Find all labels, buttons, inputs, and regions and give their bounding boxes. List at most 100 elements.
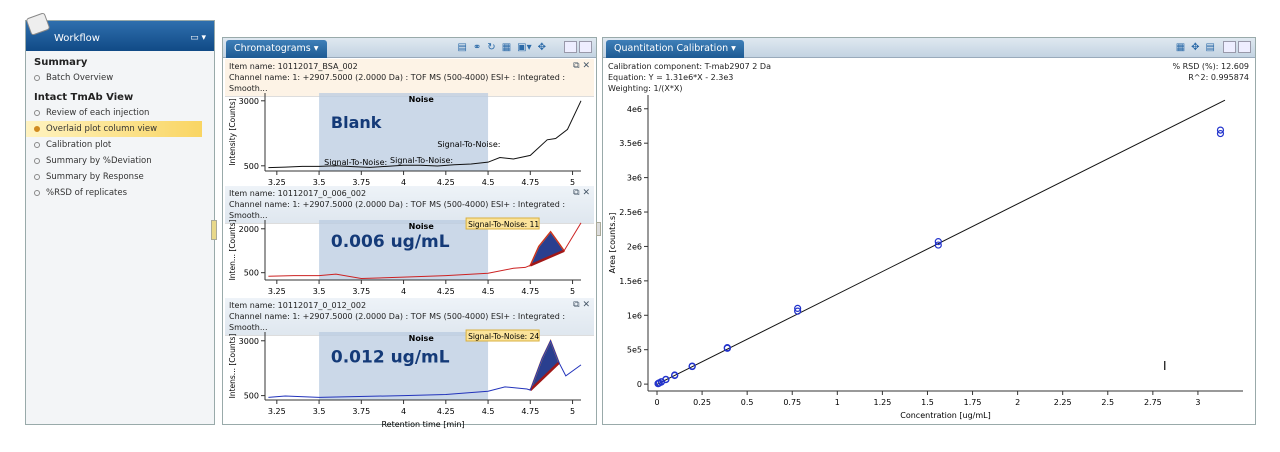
chromatogram-plot[interactable]: Noise0.006 ug/mL Signal-To-Noise: 11 500 20…: [223, 214, 595, 298]
signal-to-noise-label: Signal-To-Noise:: [324, 158, 387, 167]
integrated-peak[interactable]: [528, 230, 566, 267]
workflow-item[interactable]: Calibration plot: [26, 137, 214, 153]
chromatogram-plot[interactable]: NoiseBlankSignal-To-Noise: Signal-To-Nois…: [223, 87, 595, 189]
radio-icon: [34, 75, 40, 81]
signal-to-noise-label: Signal-To-Noise: 24: [468, 332, 539, 341]
minimize-button[interactable]: [564, 41, 577, 53]
table-icon[interactable]: ▦: [1176, 42, 1185, 53]
text-cursor-icon: I: [1163, 359, 1167, 373]
workflow-menu-icon[interactable]: ▭ ▾: [190, 33, 206, 43]
maximize-button[interactable]: [1238, 41, 1251, 53]
x-tick-label: 4.25: [437, 287, 455, 296]
y-axis-label: Area [counts.s]: [608, 213, 617, 274]
signal-to-noise-label: Signal-To-Noise:: [437, 140, 500, 149]
y-tick-label: 0: [637, 380, 642, 389]
y-tick-label: 500: [244, 392, 259, 401]
close-icon[interactable]: ⧉ ✕: [573, 188, 590, 199]
noise-label: Noise: [409, 222, 435, 231]
pan-icon[interactable]: ✥: [1191, 42, 1199, 53]
x-tick-label: 4: [401, 407, 406, 416]
calibration-panel: Quantitation Calibration ▾ ▦ ✥ ▤ Calibrati…: [602, 37, 1256, 425]
workflow-item[interactable]: Review of each injection: [26, 105, 214, 121]
concentration-overlay: 0.012 ug/mL: [331, 348, 450, 368]
signal-to-noise-label: Signal-To-Noise:: [390, 156, 453, 165]
x-tick-label: 0: [654, 398, 659, 407]
calibration-chart[interactable]: 0 0.25 0.5 0.75 1 1.25 1.5 1.75 2 2.25 2.5 2.75 3 0 5e…: [603, 85, 1255, 425]
concentration-overlay: 0.006 ug/mL: [331, 232, 450, 252]
workflow-title: Workflow: [54, 33, 100, 44]
export-icon[interactable]: ▤: [1206, 42, 1215, 53]
calibration-equation: Equation: Y = 1.31e6*X - 2.3e3: [608, 73, 734, 82]
collapse-splitter-handle[interactable]: [211, 220, 217, 240]
x-tick-label: 4: [401, 287, 406, 296]
radio-icon: [34, 110, 40, 116]
radio-icon: [34, 126, 40, 132]
link-icon[interactable]: ⚭: [473, 42, 481, 53]
refresh-icon[interactable]: ↻: [487, 42, 495, 53]
export-icon[interactable]: ▤: [457, 42, 466, 53]
y-tick-label: 500: [244, 162, 259, 171]
x-tick-label: 2.25: [1054, 398, 1072, 407]
table-icon[interactable]: ▦: [502, 42, 511, 53]
x-tick-label: 0.75: [783, 398, 801, 407]
y-tick-label: 4e6: [627, 105, 642, 114]
workflow-header: Workflow ▭ ▾: [25, 12, 214, 51]
noise-label: Noise: [409, 334, 435, 343]
workflow-item[interactable]: Batch Overview: [26, 70, 214, 86]
close-icon[interactable]: ⧉ ✕: [573, 61, 590, 72]
x-tick-label: 5: [570, 407, 575, 416]
x-axis-label: Concentration [ug/mL]: [900, 411, 990, 420]
y-tick-label: 3000: [239, 337, 259, 346]
y-tick-label: 3.5e6: [619, 139, 642, 148]
x-tick-label: 4.5: [482, 287, 495, 296]
x-tick-label: 1.25: [873, 398, 891, 407]
workflow-item-label: Calibration plot: [46, 140, 112, 150]
signal-to-noise-label: Signal-To-Noise: 11: [468, 220, 539, 229]
x-tick-label: 0.5: [741, 398, 754, 407]
chromatograms-tab[interactable]: Chromatograms ▾: [226, 40, 327, 58]
maximize-button[interactable]: [579, 41, 592, 53]
noise-label: Noise: [409, 95, 435, 104]
layout-icon[interactable]: ▣▾: [517, 42, 531, 53]
workflow-item-label: %RSD of replicates: [46, 188, 128, 198]
x-tick-label: 4.25: [437, 407, 455, 416]
calibration-tab[interactable]: Quantitation Calibration ▾: [606, 40, 744, 58]
x-tick-label: 3.25: [268, 407, 286, 416]
y-tick-label: 2000: [239, 225, 259, 234]
minimize-button[interactable]: [1223, 41, 1236, 53]
x-tick-label: 0.25: [693, 398, 711, 407]
radio-icon: [34, 190, 40, 196]
workflow-item-label: Summary by %Deviation: [46, 156, 152, 166]
x-tick-label: 4.5: [482, 407, 495, 416]
x-tick-label: 2.5: [1101, 398, 1114, 407]
calibration-component: Calibration component: T-mab2907 2 Da: [608, 62, 771, 71]
x-tick-label: 4.75: [521, 407, 539, 416]
radio-icon: [34, 174, 40, 180]
x-tick-label: 3: [1195, 398, 1200, 407]
y-tick-label: 3e6: [627, 174, 642, 183]
workflow-item[interactable]: %RSD of replicates: [26, 185, 214, 201]
workflow-item-label: Summary by Response: [46, 172, 144, 182]
y-tick-label: 5e5: [627, 346, 642, 355]
x-tick-label: 3.25: [268, 287, 286, 296]
y-axis-label: Intens... [Counts]: [228, 334, 237, 399]
workflow-item[interactable]: Overlaid plot column view: [26, 121, 202, 137]
y-tick-label: 2e6: [627, 242, 642, 251]
x-tick-label: 2.75: [1144, 398, 1162, 407]
pan-icon[interactable]: ✥: [538, 42, 546, 53]
panel-splitter-handle[interactable]: [596, 222, 601, 236]
x-tick-label: 1.75: [964, 398, 982, 407]
workflow-item-label: Batch Overview: [46, 73, 114, 83]
close-icon[interactable]: ⧉ ✕: [573, 300, 590, 311]
item-name: Item name: 10112017_0_006_002: [229, 189, 367, 198]
concentration-overlay: Blank: [331, 113, 382, 132]
y-tick-label: 1.5e6: [619, 277, 642, 286]
workflow-item[interactable]: Summary by Response: [26, 169, 214, 185]
workflow-item[interactable]: Summary by %Deviation: [26, 153, 214, 169]
x-tick-label: 3.5: [313, 407, 326, 416]
workflow-section-heading: Intact TmAb View: [34, 92, 134, 103]
x-tick-label: 3.75: [352, 287, 370, 296]
y-axis-label: Intensity [Counts]: [228, 98, 237, 165]
chromatogram-plot[interactable]: Noise 0.012 ug/mL Signal-To-Noise: 24 500 30…: [223, 326, 595, 432]
item-name: Item name: 10112017_0_012_002: [229, 301, 367, 310]
